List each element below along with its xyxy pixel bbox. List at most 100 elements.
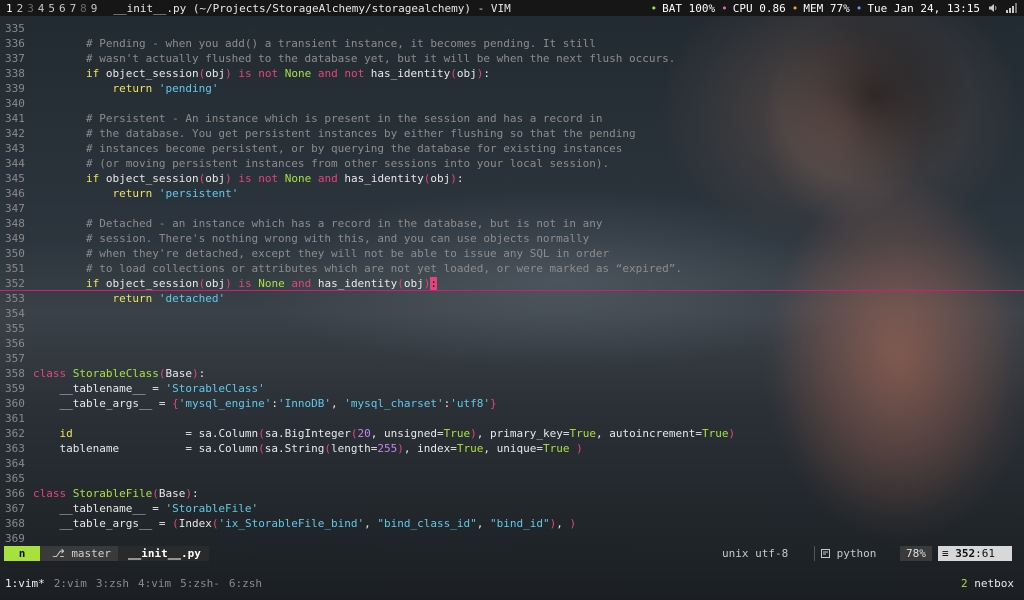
code-line[interactable]: 348 # Detached - an instance which has a… [0,216,1024,231]
code-token: 'InnoDB' [278,397,332,410]
tmux-window-5[interactable]: 5:zsh- [180,576,220,592]
tmux-window-6[interactable]: 6:zsh [229,576,262,592]
battery-dot: • [650,1,658,15]
code-token: None [284,172,312,185]
workspace-1[interactable]: 1 [6,2,17,15]
workspace-8[interactable]: 8 [80,2,91,15]
code-line-current[interactable]: 352 if object_session(obj) is None and h… [0,276,1024,291]
volume-icon[interactable] [988,3,998,13]
code-line[interactable]: 365 [0,471,1024,486]
code-token: # (or moving persistent instances from o… [33,157,610,170]
code-token: return [112,82,153,95]
code-line[interactable]: 360 __table_args__ = {'mysql_engine':'In… [0,396,1024,411]
code-token: : [456,172,464,185]
code-line[interactable]: 338 if object_session(obj) is not None a… [0,66,1024,81]
vim-editor-buffer[interactable]: 335 336 # Pending - when you add() a tran… [0,21,1024,545]
code-token: ( [397,277,404,290]
code-token: # to load collections or attributes whic… [33,262,683,275]
code-token: has_identity [337,172,424,185]
code-line[interactable]: 347 [0,201,1024,216]
code-line[interactable]: 362 id = sa.Column(sa.BigInteger(20, uns… [0,426,1024,441]
mem-label: MEM [803,1,824,15]
code-line[interactable]: 366 class StorableFile(Base): [0,486,1024,501]
code-line[interactable]: 361 [0,411,1024,426]
code-token: sa.BigInteger [264,427,351,440]
line-number: 348 [5,217,25,230]
workspace-2[interactable]: 2 [17,2,28,15]
code-line[interactable]: 363 tablename = sa.Column(sa.String(leng… [0,441,1024,456]
workspace-9[interactable]: 9 [91,2,102,15]
code-token: ) [225,172,232,185]
code-text: return 'detached' [33,291,225,306]
file-type: python [814,546,876,561]
code-text: id = sa.Column(sa.BigInteger(20, unsigne… [33,426,736,441]
code-token: ) [225,277,232,290]
line-number: 356 [5,337,25,350]
tmux-window-2[interactable]: 2:vim [54,576,87,592]
code-line[interactable]: 344 # (or moving persistent instances fr… [0,156,1024,171]
code-line[interactable]: 335 [0,21,1024,36]
code-token: 'persistent' [158,187,239,200]
code-text: # instances become persistent, or by que… [33,141,622,156]
code-line[interactable]: 341 # Persistent - An instance which is … [0,111,1024,126]
code-line[interactable]: 358 class StorableClass(Base): [0,366,1024,381]
line-icon: ≡ [942,547,949,560]
code-line[interactable]: 359 __tablename__ = 'StorableClass' [0,381,1024,396]
code-token: Index [178,517,212,530]
file-encoding: unix utf-8 [722,547,789,560]
code-token: obj [456,67,477,80]
code-line[interactable]: 351 # to load collections or attributes … [0,261,1024,276]
code-line[interactable]: 343 # instances become persistent, or by… [0,141,1024,156]
workspace-3[interactable]: 3 [27,2,38,15]
code-line[interactable]: 336 # Pending - when you add() a transie… [0,36,1024,51]
code-token: # when they're detached, except they wil… [33,247,610,260]
line-number: 365 [5,472,25,485]
code-line[interactable]: 342 # the database. You get persistent i… [0,126,1024,141]
code-line[interactable]: 364 [0,456,1024,471]
tmux-window-1[interactable]: 1:vim* [5,576,45,592]
code-line[interactable]: 368 __table_args__ = (Index('ix_Storable… [0,516,1024,531]
line-number: 367 [5,502,25,515]
clock[interactable]: Tue Jan 24, 13:15 [867,2,980,15]
code-line[interactable]: 337 # wasn't actually flushed to the dat… [0,51,1024,66]
code-line[interactable]: 349 # session. There's nothing wrong wit… [0,231,1024,246]
code-line[interactable]: 340 [0,96,1024,111]
code-line[interactable]: 367 __tablename__ = 'StorableFile' [0,501,1024,516]
code-line[interactable]: 353 return 'detached' [0,291,1024,306]
code-token: "bind_id" [490,517,550,530]
code-line[interactable]: 339 return 'pending' [0,81,1024,96]
signal-icon[interactable] [1006,3,1018,13]
line-number: 360 [5,397,25,410]
workspace-5[interactable]: 5 [48,2,59,15]
tmux-window-3[interactable]: 3:zsh [96,576,129,592]
tmux-status-bar: 1:vim* 2:vim 3:zsh 4:vim 5:zsh- 6:zsh 2 netbo… [0,576,1024,592]
workspace-4[interactable]: 4 [38,2,49,15]
code-line[interactable]: 354 [0,306,1024,321]
code-token: ( [258,427,265,440]
code-line[interactable]: 356 [0,336,1024,351]
code-token: # session. There's nothing wrong with th… [33,232,590,245]
code-line[interactable]: 355 [0,321,1024,336]
code-token: if [85,172,100,185]
workspace-7[interactable]: 7 [70,2,81,15]
code-text: # Detached - an instance which has a rec… [33,216,603,231]
code-line[interactable]: 350 # when they're detached, except they… [0,246,1024,261]
battery-label: BAT [662,1,683,15]
workspace-6[interactable]: 6 [59,2,70,15]
code-token: : [198,367,206,380]
line-number: 340 [5,97,25,110]
tmux-window-4[interactable]: 4:vim [138,576,171,592]
python-icon [821,547,837,560]
code-line[interactable]: 346 return 'persistent' [0,186,1024,201]
code-line[interactable]: 345 if object_session(obj) is not None a… [0,171,1024,186]
code-token: , [556,517,570,530]
code-line[interactable]: 369 [0,531,1024,546]
code-token: obj [205,172,226,185]
line-number: 351 [5,262,25,275]
code-line[interactable]: 357 [0,351,1024,366]
